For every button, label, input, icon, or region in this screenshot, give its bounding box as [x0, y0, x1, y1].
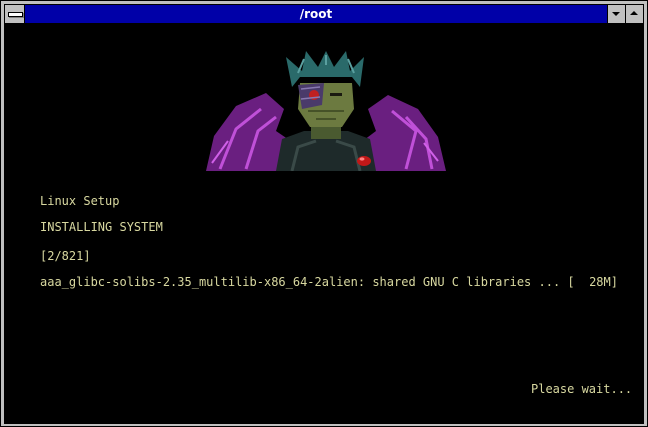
setup-title: Linux Setup — [40, 194, 120, 208]
install-phase: INSTALLING SYSTEM — [40, 220, 163, 234]
minimize-arrow-icon — [612, 12, 620, 16]
app-window: /root Linux Setup INSTALLING SYSTEM [2/8… — [0, 0, 648, 427]
minimize-button[interactable] — [607, 5, 625, 23]
status-message: Please wait... — [531, 382, 633, 396]
cyborg-portrait-image — [206, 51, 446, 171]
package-line: aaa_glibc-solibs-2.35_multilib-x86_64-2a… — [40, 275, 618, 289]
maximize-arrow-icon — [630, 11, 638, 15]
maximize-button[interactable] — [625, 5, 643, 23]
system-menu-icon — [8, 12, 23, 17]
progress-counter: [2/821] — [40, 249, 91, 263]
title-bar[interactable]: /root — [4, 4, 644, 24]
window-title: /root — [299, 7, 333, 21]
system-menu-button[interactable] — [5, 5, 25, 23]
terminal-area: Linux Setup INSTALLING SYSTEM [2/821] aa… — [4, 24, 644, 424]
